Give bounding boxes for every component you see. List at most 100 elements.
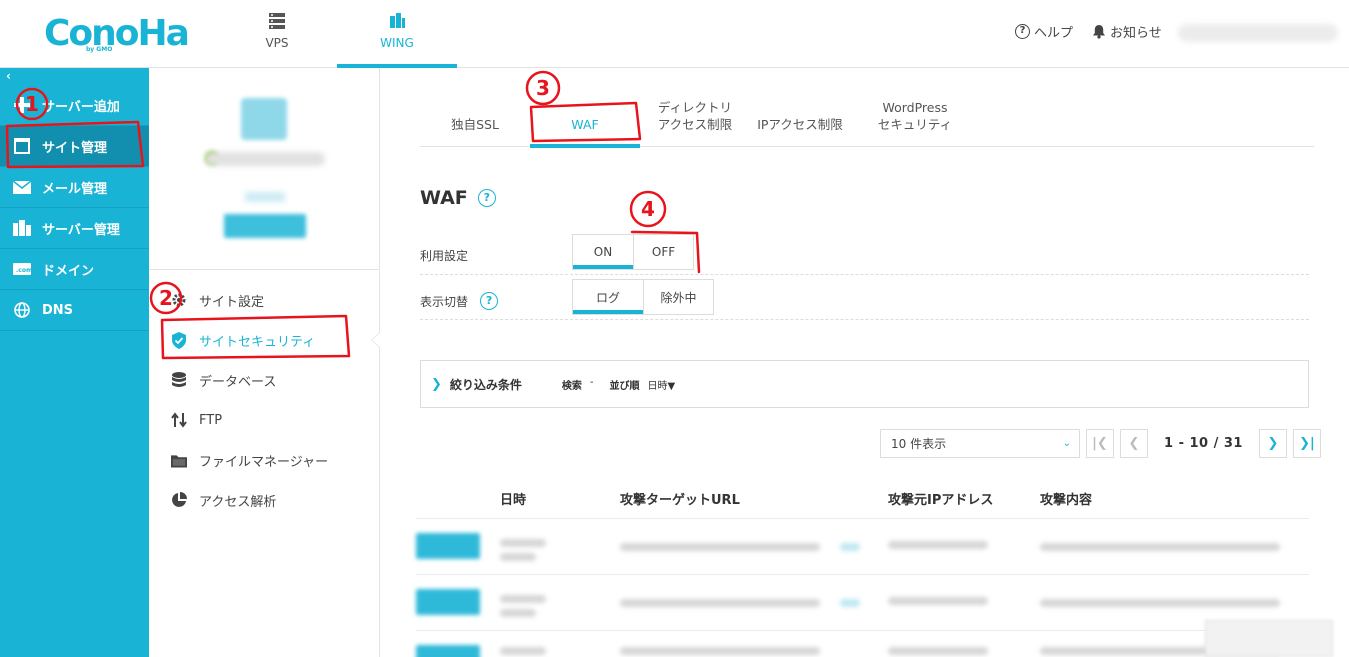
sidebar-item-add-server[interactable]: サーバー追加: [0, 85, 149, 126]
filter-bar[interactable]: ❯ 絞り込み条件 検索 - 並び順 日時▼: [420, 360, 1309, 408]
row-attack: [1040, 543, 1280, 551]
account-menu[interactable]: [1178, 24, 1338, 42]
row-action-button[interactable]: [416, 645, 480, 657]
usage-on-button[interactable]: ON: [573, 235, 633, 269]
row-date: [500, 647, 546, 655]
filter-search-key: 検索: [561, 380, 582, 392]
row-action-button[interactable]: [416, 589, 480, 615]
sidebar-item-dns[interactable]: DNS: [0, 290, 149, 331]
subnav-item-access-analytics[interactable]: アクセス解析: [149, 480, 379, 520]
subnav-item-site-security[interactable]: サイトセキュリティ: [149, 320, 380, 360]
row-url-link[interactable]: [840, 599, 860, 607]
view-log-button[interactable]: ログ: [573, 280, 643, 314]
next-page-icon: ❯: [1267, 436, 1279, 451]
active-caret: [371, 332, 380, 348]
subnav-item-database[interactable]: データベース: [149, 360, 379, 400]
tab-ssl[interactable]: 独自SSL: [440, 98, 510, 147]
subnav-item-site-settings[interactable]: サイト設定: [149, 280, 379, 320]
first-page-button[interactable]: |❮: [1086, 429, 1114, 458]
tab-directory-access[interactable]: ディレクトリ アクセス制限: [650, 98, 740, 147]
tab-wordpress-security[interactable]: WordPress セキュリティ: [860, 98, 970, 147]
sidebar-item-site-management[interactable]: サイト管理: [0, 126, 149, 167]
next-page-button[interactable]: ❯: [1258, 429, 1287, 458]
nav-tab-label: VPS: [265, 36, 289, 50]
subnav-item-label: サイトセキュリティ: [199, 334, 316, 350]
site-thumbnail: [241, 98, 287, 140]
globe-icon: [12, 302, 32, 318]
page-title-text: WAF: [420, 187, 468, 209]
column-header-target-url: 攻撃ターゲットURL: [620, 493, 740, 508]
last-page-icon: ❯|: [1299, 436, 1315, 451]
help-icon: ?: [1015, 24, 1030, 39]
sidebar-item-label: DNS: [42, 302, 74, 318]
per-page-select[interactable]: 10 件表示 ⌄: [880, 429, 1080, 458]
usage-off-button[interactable]: OFF: [633, 235, 693, 269]
tab-label-line1: WordPress: [882, 99, 948, 115]
site-action-button[interactable]: [224, 214, 306, 238]
row-url-link[interactable]: [840, 543, 860, 551]
subnav-item-label: データベース: [199, 374, 277, 390]
sidebar-item-server-management[interactable]: サーバー管理: [0, 208, 149, 249]
view-excluded-button[interactable]: 除外中: [643, 280, 713, 314]
sidebar-item-domain[interactable]: .com ドメイン: [0, 249, 149, 290]
usage-setting-row: 利用設定 ON OFF: [420, 234, 1309, 275]
plus-icon: [12, 97, 32, 113]
tab-label: IPアクセス制限: [757, 117, 843, 132]
logo-sub: by GMO: [86, 46, 113, 53]
usage-label-text: 利用設定: [420, 249, 469, 263]
usage-toggle: ON OFF: [572, 234, 694, 270]
sidebar-collapse-button[interactable]: ‹: [0, 68, 149, 85]
notice-link[interactable]: お知らせ: [1092, 22, 1162, 41]
row-url: [620, 543, 820, 551]
row-ip: [888, 597, 988, 605]
nav-tab-vps[interactable]: VPS: [217, 0, 337, 68]
last-page-button[interactable]: ❯|: [1292, 429, 1321, 458]
nav-tab-wing[interactable]: WING: [337, 0, 457, 68]
prev-page-button[interactable]: ❮: [1120, 429, 1148, 458]
help-link[interactable]: ? ヘルプ: [1015, 22, 1073, 41]
site-card: [149, 68, 379, 270]
help-icon[interactable]: ?: [477, 189, 496, 207]
conoha-logo[interactable]: ConoHa by GMO: [44, 14, 190, 54]
help-label: ヘルプ: [1034, 26, 1074, 41]
server-icon: [12, 220, 32, 236]
per-page-value: 10 件表示: [891, 437, 947, 451]
floating-feedback-tab[interactable]: [1205, 620, 1333, 657]
page-range: 1 - 10 / 31: [1164, 436, 1243, 451]
tab-label: WAF: [571, 117, 599, 132]
window-icon: [12, 138, 32, 154]
subnav-item-label: サイト設定: [199, 294, 265, 310]
tab-ip-access[interactable]: IPアクセス制限: [750, 98, 850, 147]
site-domain-name: [205, 152, 325, 166]
filter-title: 絞り込み条件: [449, 377, 522, 392]
view-label: 表示切替 ?: [420, 292, 499, 310]
tab-label: 独自SSL: [451, 117, 499, 132]
filter-sort: 並び順 日時▼: [610, 377, 676, 392]
table-row: [416, 518, 1309, 574]
pie-chart-icon: [171, 492, 187, 508]
filter-sort-key: 並び順: [609, 380, 640, 392]
subnav-item-label: FTP: [199, 412, 223, 428]
subnav-item-file-manager[interactable]: ファイルマネージャー: [149, 440, 379, 480]
nav-tab-label: WING: [380, 36, 414, 50]
sidebar: ‹ サーバー追加 サイト管理 メール管理 サーバー管理 .com ドメイン DN…: [0, 68, 149, 657]
help-icon[interactable]: ?: [480, 292, 499, 310]
table-row: [416, 574, 1309, 630]
log-table-header: 日時 攻撃ターゲットURL 攻撃元IPアドレス 攻撃内容: [420, 489, 1309, 511]
subnav-item-ftp[interactable]: FTP: [149, 400, 379, 440]
tab-label-line1: ディレクトリ: [657, 99, 733, 115]
prev-page-icon: ❮: [1128, 436, 1140, 451]
sidebar-item-mail-management[interactable]: メール管理: [0, 167, 149, 208]
sidebar-item-label: メール管理: [42, 181, 108, 197]
tab-label-line2: アクセス制限: [657, 116, 733, 132]
column-header-attack: 攻撃内容: [1040, 493, 1093, 508]
row-action-button[interactable]: [416, 533, 480, 559]
filter-sort-value: 日時▼: [647, 380, 676, 392]
pagination: 10 件表示 ⌄ |❮ ❮ 1 - 10 / 31 ❯ ❯|: [880, 429, 1321, 458]
tab-waf[interactable]: WAF: [530, 98, 640, 148]
filter-search-value: -: [589, 376, 594, 388]
wing-icon: [390, 13, 405, 28]
row-date: [500, 539, 546, 547]
sidebar-item-label: サーバー追加: [42, 99, 120, 115]
chevron-down-icon: ⌄: [1062, 438, 1071, 449]
